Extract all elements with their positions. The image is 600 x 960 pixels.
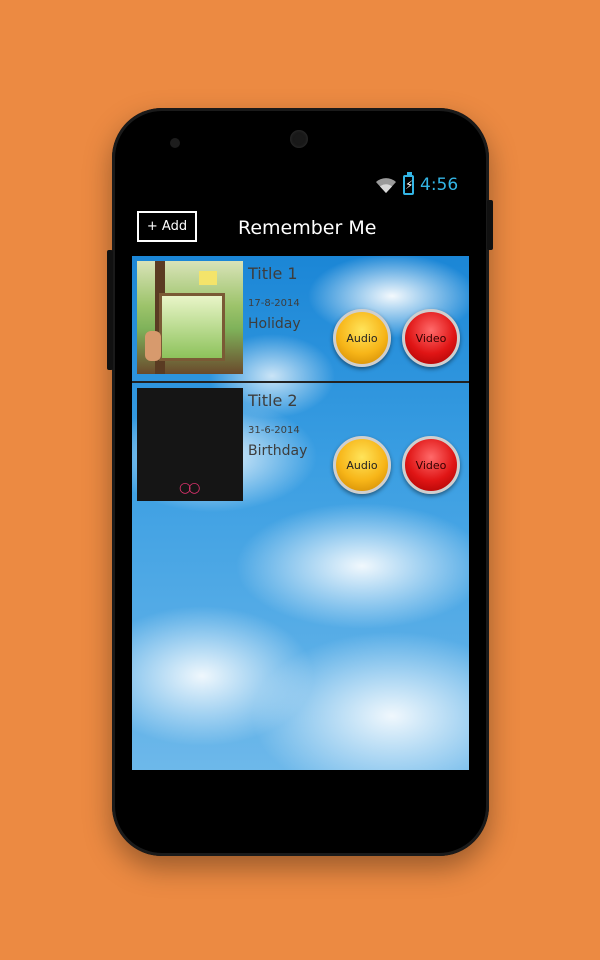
item-thumbnail <box>137 261 243 374</box>
status-time: 4:56 <box>420 175 459 195</box>
speaker-dot <box>170 138 180 148</box>
video-button[interactable]: Video <box>402 309 460 367</box>
item-date: 31-6-2014 <box>248 425 300 436</box>
item-description: Birthday <box>248 443 308 459</box>
video-button[interactable]: Video <box>402 436 460 494</box>
item-description: Holiday <box>248 316 301 332</box>
audio-button[interactable]: Audio <box>333 309 391 367</box>
power-button <box>487 200 493 250</box>
volume-button <box>107 250 113 370</box>
status-bar: ⚡ 4:56 <box>375 172 459 196</box>
wifi-icon <box>376 178 396 193</box>
item-title: Title 1 <box>248 264 298 283</box>
item-title: Title 2 <box>248 391 298 410</box>
app-title: Remember Me <box>238 217 377 239</box>
add-button[interactable]: + Add <box>137 211 197 242</box>
glasses-icon: ○○ <box>179 480 201 496</box>
list-item[interactable]: Title 1 17-8-2014 Holiday Audio Video <box>132 256 469 383</box>
action-bar: + Add Remember Me <box>132 210 469 248</box>
item-thumbnail: ○○ <box>137 388 243 501</box>
front-camera <box>290 130 308 148</box>
item-date: 17-8-2014 <box>248 298 300 309</box>
list-item[interactable]: ○○ Title 2 31-6-2014 Birthday Audio Vide… <box>132 383 469 508</box>
audio-button[interactable]: Audio <box>333 436 391 494</box>
battery-charging-icon: ⚡ <box>403 172 414 195</box>
memory-list[interactable]: Title 1 17-8-2014 Holiday Audio Video ○○… <box>132 256 469 770</box>
